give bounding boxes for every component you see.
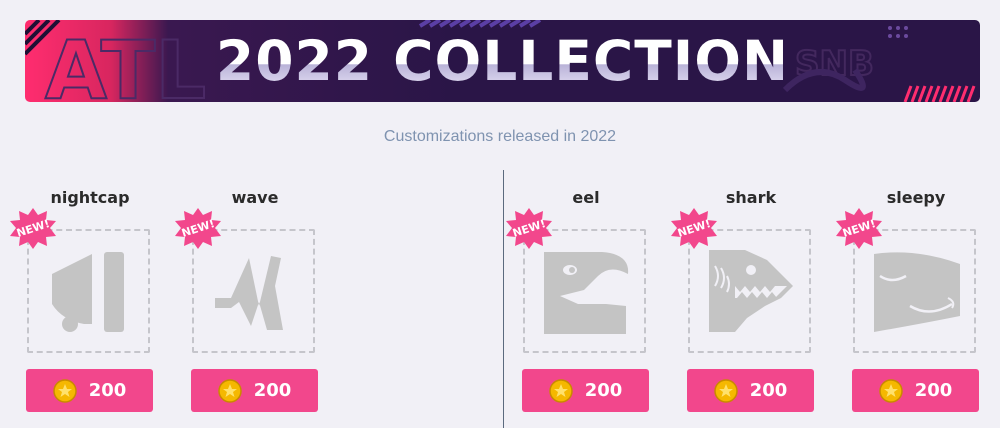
item-name: shark [725,188,777,207]
new-badge: NEW! [10,208,56,249]
price-label: 200 [88,380,127,401]
banner-title: 2022 COLLECTION [25,31,980,91]
coin-icon [713,378,738,403]
buy-button[interactable]: 200 [191,369,318,412]
coin-icon [52,378,77,403]
item-name: sleepy [886,188,946,207]
price-label: 200 [253,380,292,401]
coin-icon [878,378,903,403]
coin-icon [217,378,242,403]
new-badge: NEW! [175,208,221,249]
buy-button[interactable]: 200 [687,369,814,412]
buy-button[interactable]: 200 [26,369,153,412]
eel-icon [544,252,629,334]
item-card-sleepy[interactable]: sleepy NEW! 200 [836,188,980,418]
new-badge: NEW! [671,208,717,249]
item-name: wave [231,188,279,207]
buy-button[interactable]: 200 [522,369,649,412]
item-name: nightcap [50,188,130,207]
new-badge: NEW! [506,208,552,249]
nightcap-icon [52,252,124,332]
section-subtitle: Customizations released in 2022 [383,128,617,145]
coin-icon [548,378,573,403]
price-label: 200 [584,380,623,401]
wave-icon [215,256,283,330]
item-card-wave[interactable]: wave NEW! 200 [175,188,319,418]
new-badge: NEW! [836,208,882,249]
price-label: 200 [749,380,788,401]
item-card-nightcap[interactable]: nightcap NEW! 200 [10,188,154,418]
item-name: eel [572,188,600,207]
sleepy-icon [874,252,960,332]
item-card-shark[interactable]: shark NEW! 200 [671,188,815,418]
price-label: 200 [914,380,953,401]
buy-button[interactable]: 200 [852,369,979,412]
collection-banner: ATL SNB 2022 COLLECTION [25,20,980,102]
item-card-eel[interactable]: eel NEW! 200 [506,188,650,418]
shark-icon [709,250,793,332]
